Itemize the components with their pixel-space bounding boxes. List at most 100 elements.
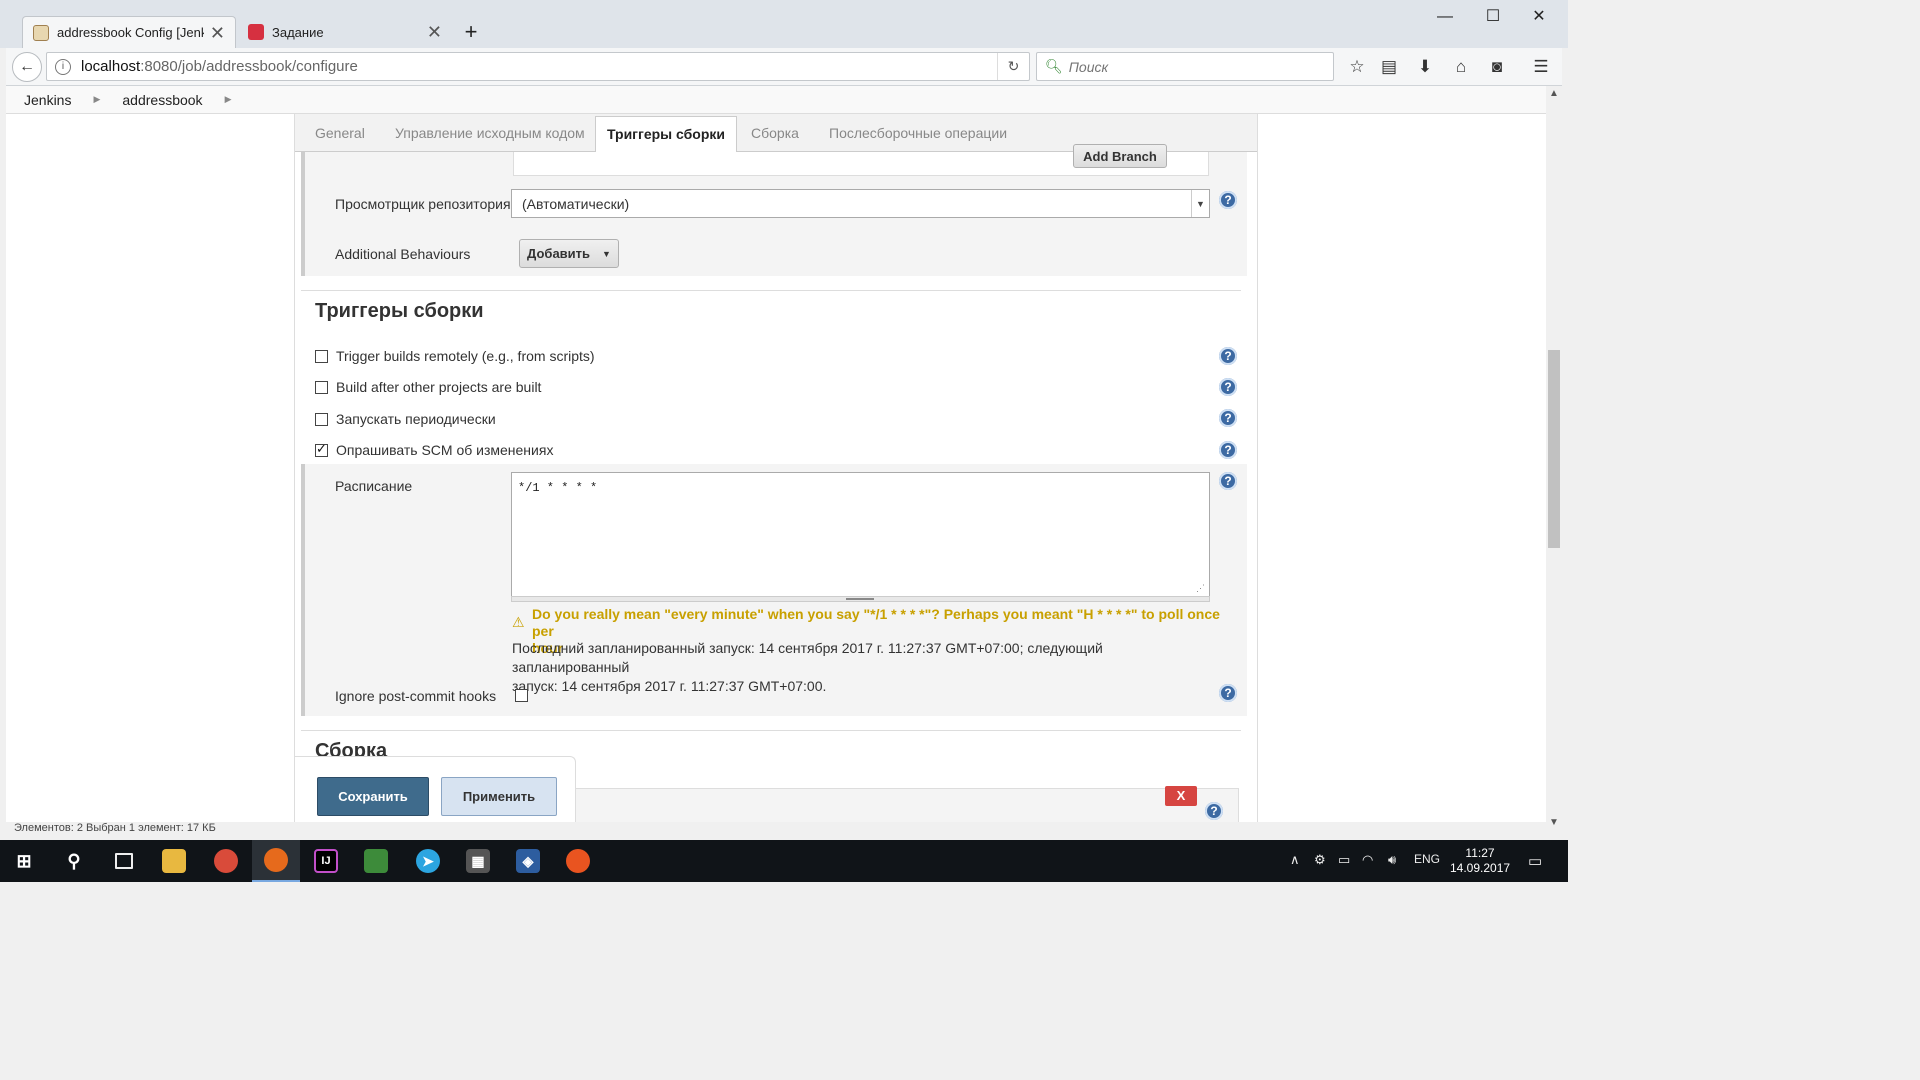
maximize-icon[interactable]: ☐ — [1470, 6, 1516, 30]
trigger-periodic-label: Запускать периодически — [336, 411, 496, 427]
dropdown-caret-icon: ▼ — [602, 248, 611, 259]
breadcrumb-job[interactable]: addressbook — [122, 92, 202, 108]
pocket-icon[interactable]: ◙ — [1486, 56, 1508, 78]
save-bar: Сохранить Применить — [294, 756, 576, 830]
add-behaviour-button[interactable]: Добавить ▼ — [519, 239, 619, 268]
explorer-status: Элементов: 2 Выбран 1 элемент: 17 КБ — [6, 822, 1546, 836]
firefox-icon[interactable] — [252, 840, 300, 882]
tray-expand-icon[interactable]: ∧ — [1290, 852, 1300, 868]
address-bar[interactable]: i localhost:8080/job/addressbook/configu… — [46, 52, 1030, 81]
browser-nav-bar: ← i localhost:8080/job/addressbook/confi… — [6, 48, 1562, 86]
git-tool-icon[interactable] — [352, 840, 400, 882]
url-host: localhost — [81, 58, 141, 75]
tab-post-build[interactable]: Послесборочные операции — [823, 114, 1013, 152]
downloads-icon[interactable]: ⬇ — [1414, 56, 1436, 78]
trigger-remote-checkbox[interactable] — [315, 349, 328, 363]
textarea-resize-bar[interactable] — [511, 596, 1210, 602]
notifications-icon[interactable]: ▭ — [1528, 852, 1542, 870]
tab-build[interactable]: Сборка — [745, 114, 805, 152]
scroll-up-icon[interactable]: ▲ — [1546, 88, 1562, 99]
schedule-textarea[interactable]: */1 * * * * ⋰ — [511, 472, 1210, 597]
close-tab-icon[interactable]: ✕ — [210, 24, 225, 42]
minimize-icon[interactable]: — — [1422, 6, 1468, 30]
tab-general[interactable]: General — [309, 114, 371, 152]
add-behaviour-label: Добавить — [527, 246, 591, 261]
search-engine-icon: 🔍︎ — [1045, 58, 1063, 74]
scroll-down-icon[interactable]: ▼ — [1546, 817, 1562, 828]
breadcrumb-arrow-icon[interactable]: ▶ — [93, 94, 100, 105]
search-input[interactable] — [1068, 58, 1309, 75]
battery-icon[interactable]: ▭ — [1338, 852, 1350, 868]
trigger-remote-label: Trigger builds remotely (e.g., from scri… — [336, 348, 595, 364]
virtualbox-icon[interactable]: ◈ — [504, 840, 552, 882]
browser-tab-jenkins[interactable]: addressbook Config [Jenki... ✕ — [22, 16, 236, 48]
help-icon[interactable]: ? — [1219, 684, 1237, 702]
add-branch-button[interactable]: Add Branch — [1073, 144, 1167, 168]
help-icon[interactable]: ? — [1219, 378, 1237, 396]
warning-icon: ⚠ — [512, 614, 525, 630]
bookmarks-list-icon[interactable]: ▤ — [1378, 56, 1400, 78]
task-favicon-icon — [248, 24, 264, 40]
jenkins-favicon-icon — [33, 24, 49, 41]
breadcrumb-jenkins[interactable]: Jenkins — [24, 92, 71, 108]
schedule-info: Последний запланированный запуск: 14 сен… — [512, 639, 1212, 696]
trigger-poll-scm-label: Опрашивать SCM об изменениях — [336, 442, 554, 458]
help-icon[interactable]: ? — [1219, 191, 1237, 209]
trigger-upstream-checkbox[interactable] — [315, 380, 328, 394]
chrome-icon[interactable] — [202, 840, 250, 882]
chevron-down-icon: ▼ — [1191, 190, 1209, 217]
task-view-icon[interactable] — [100, 840, 148, 882]
trigger-upstream-row: Build after other projects are built — [315, 379, 541, 395]
calculator-icon[interactable]: ▦ — [454, 840, 502, 882]
site-info-icon[interactable]: i — [55, 58, 71, 75]
help-icon[interactable]: ? — [1219, 441, 1237, 459]
clock[interactable]: 11:27 14.09.2017 — [1450, 846, 1510, 876]
url-path: :8080/job/addressbook/configure — [140, 58, 358, 75]
schedule-value: */1 * * * * — [518, 481, 598, 495]
help-icon[interactable]: ? — [1219, 347, 1237, 365]
bookmark-star-icon[interactable]: ☆ — [1346, 56, 1368, 78]
breadcrumb-arrow-icon[interactable]: ▶ — [225, 94, 232, 105]
telegram-icon[interactable]: ➤ — [404, 840, 452, 882]
resize-grip-icon[interactable]: ⋰ — [1196, 584, 1205, 594]
repo-browser-select[interactable]: (Автоматически) ▼ — [511, 189, 1210, 218]
volume-icon[interactable]: 🔊︎ — [1388, 852, 1396, 868]
search-bar[interactable]: 🔍︎ — [1036, 52, 1334, 81]
wifi-icon[interactable]: ◠ — [1362, 852, 1373, 868]
start-windows-icon[interactable]: ⊞ — [0, 840, 48, 882]
ignore-hooks-checkbox[interactable] — [515, 689, 528, 702]
page-scrollbar[interactable]: ▲ ▼ — [1546, 86, 1562, 830]
help-icon[interactable]: ? — [1219, 472, 1237, 490]
repo-browser-label: Просмотрщик репозитория — [335, 196, 511, 212]
close-window-icon[interactable]: ✕ — [1516, 6, 1562, 30]
save-button[interactable]: Сохранить — [317, 777, 429, 816]
home-icon[interactable]: ⌂ — [1450, 56, 1472, 78]
page-content: General Управление исходным кодом Тригге… — [6, 114, 1546, 830]
reload-icon[interactable]: ↻ — [997, 53, 1029, 80]
help-icon[interactable]: ? — [1205, 802, 1223, 820]
browser-tab-task[interactable]: Задание ✕ — [238, 16, 452, 48]
tab-scm[interactable]: Управление исходным кодом — [389, 114, 591, 152]
close-tab-icon[interactable]: ✕ — [427, 23, 442, 41]
trigger-periodic-checkbox[interactable] — [315, 412, 328, 426]
file-explorer-icon[interactable] — [150, 840, 198, 882]
section-divider — [301, 290, 1241, 291]
search-icon[interactable]: ⚲ — [50, 840, 98, 882]
help-icon[interactable]: ? — [1219, 409, 1237, 427]
trigger-poll-scm-checkbox[interactable] — [315, 441, 328, 457]
tab-build-triggers[interactable]: Триггеры сборки — [595, 116, 737, 153]
taskbar: ⊞ ⚲ IJ ➤ ▦ ◈ ∧ ⚙ ▭ ◠ 🔊︎ ENG 11:27 14.09.… — [0, 840, 1568, 882]
trigger-poll-scm-row: Опрашивать SCM об изменениях — [315, 441, 554, 458]
menu-hamburger-icon[interactable]: ☰ — [1530, 56, 1552, 78]
network-tray-icon[interactable]: ⚙ — [1314, 852, 1326, 868]
ubuntu-icon[interactable] — [554, 840, 602, 882]
apply-button[interactable]: Применить — [441, 777, 557, 816]
language-indicator[interactable]: ENG — [1414, 852, 1440, 866]
ignore-hooks-label: Ignore post-commit hooks — [335, 688, 497, 704]
triggers-heading: Триггеры сборки — [315, 300, 484, 322]
new-tab-button[interactable]: + — [456, 16, 486, 48]
scroll-thumb[interactable] — [1548, 350, 1560, 548]
delete-step-button[interactable]: X — [1165, 786, 1197, 806]
back-arrow-icon[interactable]: ← — [12, 52, 42, 82]
intellij-icon[interactable]: IJ — [302, 840, 350, 882]
